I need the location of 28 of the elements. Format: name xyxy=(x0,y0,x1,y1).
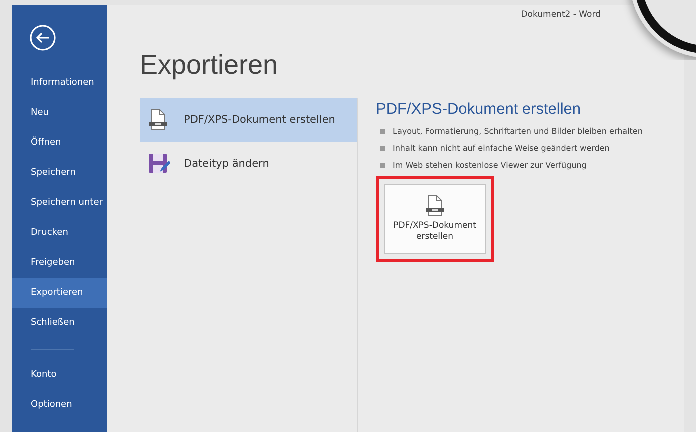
bullet-text: Layout, Formatierung, Schriftarten und Bilder bleiben erhalten xyxy=(393,127,643,136)
sidebar-item[interactable]: Freigeben xyxy=(12,248,107,278)
bullet-icon xyxy=(380,163,385,168)
create-pdf-button[interactable]: PDF/XPS-Dokument erstellen xyxy=(384,184,486,254)
export-option[interactable]: PDF/XPS-Dokument erstellen xyxy=(140,98,357,142)
sidebar-item[interactable]: Speichern unter xyxy=(12,188,107,218)
bullet-icon xyxy=(380,129,385,134)
document-icon xyxy=(148,109,170,131)
sidebar-item[interactable]: Öffnen xyxy=(12,128,107,158)
page-title: Exportieren xyxy=(140,50,280,81)
sidebar-item[interactable]: Drucken xyxy=(12,218,107,248)
sidebar-item[interactable]: Neu xyxy=(12,98,107,128)
option-label: Dateityp ändern xyxy=(184,158,270,170)
export-option[interactable]: Dateityp ändern xyxy=(140,142,357,186)
bullet-text: Inhalt kann nicht auf einfache Weise geändert werden xyxy=(393,144,610,153)
section-heading: PDF/XPS-Dokument erstellen xyxy=(376,101,582,119)
sidebar-item[interactable]: Exportieren xyxy=(12,278,107,308)
sidebar-item[interactable]: Optionen xyxy=(12,390,107,420)
sidebar-item[interactable]: Informationen xyxy=(12,68,107,98)
option-label: PDF/XPS-Dokument erstellen xyxy=(184,114,336,126)
back-icon[interactable] xyxy=(30,25,56,51)
document-icon xyxy=(425,194,445,217)
bullet-icon xyxy=(380,146,385,151)
sidebar-item[interactable]: Konto xyxy=(12,360,107,390)
window-title: Dokument2 - Word xyxy=(521,10,601,20)
sidebar-item[interactable]: Schließen xyxy=(12,308,107,338)
bullet-text: Im Web stehen kostenlose Viewer zur Verfügung xyxy=(393,161,587,170)
sidebar-item[interactable]: Speichern xyxy=(12,158,107,188)
